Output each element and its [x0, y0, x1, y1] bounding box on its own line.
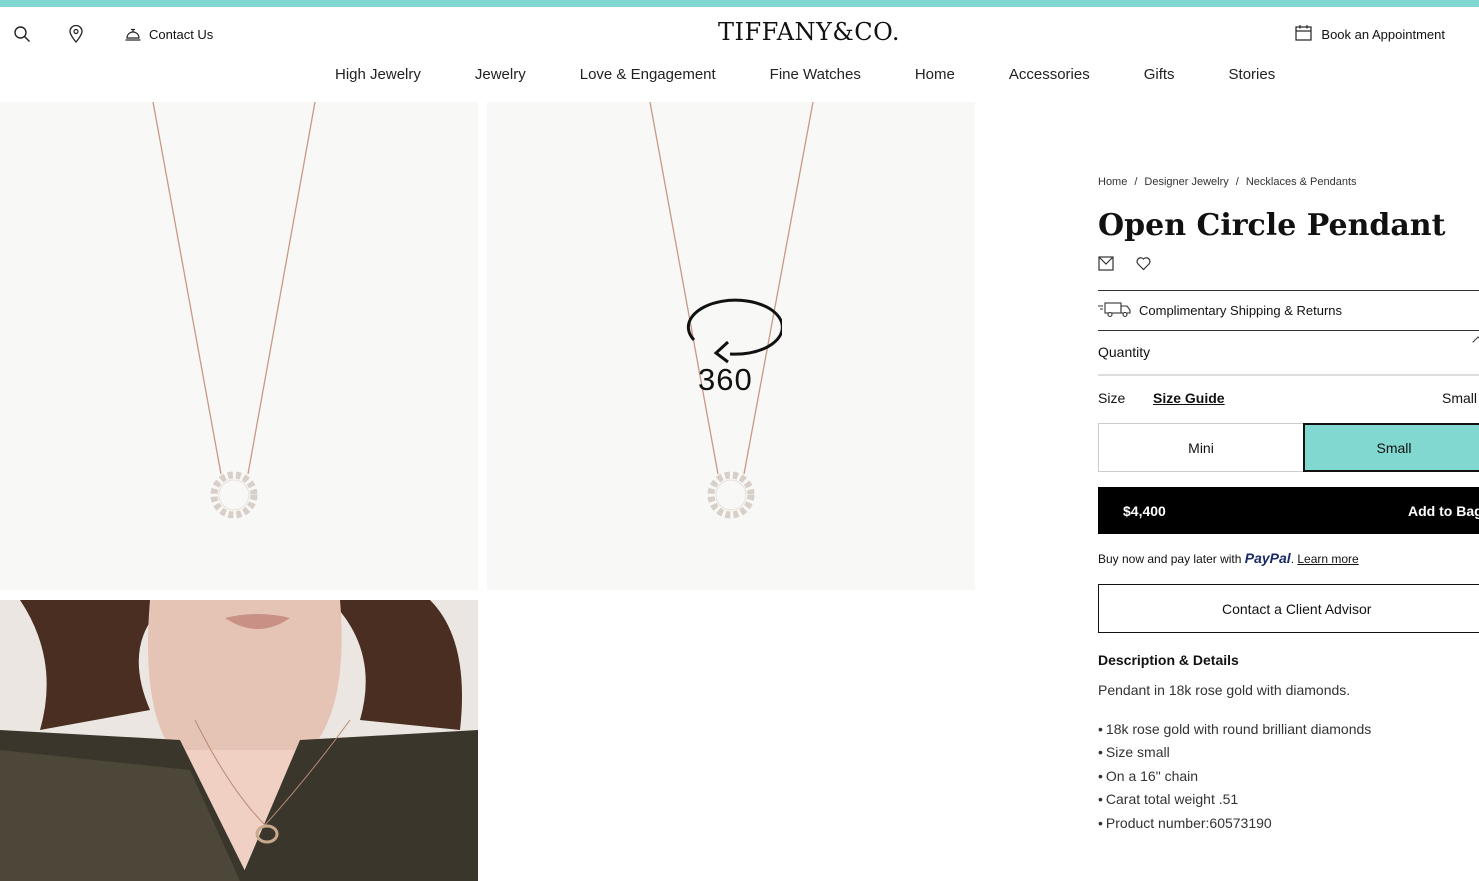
- paypal-logo: PayPal: [1244, 550, 1291, 566]
- paypal-prefix: Buy now and pay later with: [1098, 552, 1245, 566]
- wishlist-heart-icon[interactable]: [1136, 256, 1151, 276]
- nav-item-home[interactable]: Home: [915, 66, 955, 83]
- utility-nav: Contact Us: [12, 22, 213, 46]
- location-pin-icon[interactable]: [66, 24, 86, 44]
- product-actions: [1098, 256, 1173, 276]
- email-share-icon[interactable]: [1098, 256, 1114, 276]
- product-details-panel: Home / Designer Jewelry / Necklaces & Pendan…: [1098, 0, 1479, 881]
- list-item: On a 16" chain: [1098, 768, 1371, 791]
- product-price: $4,400: [1123, 503, 1166, 519]
- breadcrumb-necklaces-pendants[interactable]: Necklaces & Pendants: [1246, 176, 1357, 188]
- product-image-model[interactable]: [0, 600, 478, 881]
- nav-item-accessories[interactable]: Accessories: [1009, 66, 1090, 83]
- description-heading: Description & Details: [1098, 652, 1239, 668]
- contact-client-advisor-label: Contact a Client Advisor: [1222, 600, 1372, 617]
- list-item: Carat total weight .51: [1098, 791, 1371, 814]
- size-guide-link[interactable]: Size Guide: [1153, 390, 1225, 406]
- contact-client-advisor-button[interactable]: Contact a Client Advisor: [1098, 584, 1479, 633]
- nav-item-high-jewelry[interactable]: High Jewelry: [335, 66, 421, 83]
- size-label: Size: [1098, 390, 1126, 406]
- shipping-info: Complimentary Shipping & Returns: [1098, 300, 1342, 321]
- breadcrumb-separator: /: [1235, 176, 1239, 188]
- breadcrumb-designer-jewelry[interactable]: Designer Jewelry: [1144, 176, 1228, 188]
- list-item: Product number:60573190: [1098, 815, 1371, 838]
- shipping-label: Complimentary Shipping & Returns: [1139, 303, 1343, 318]
- nav-item-love-engagement[interactable]: Love & Engagement: [580, 66, 716, 83]
- divider: [1098, 330, 1479, 331]
- add-to-bag-button[interactable]: $4,400 Add to Bag: [1098, 487, 1479, 534]
- divider: [1098, 374, 1479, 376]
- chevron-up-icon[interactable]: [1472, 336, 1479, 348]
- paypal-message: Buy now and pay later with PayPal. Learn…: [1098, 550, 1359, 566]
- details-list: 18k rose gold with round brilliant diamo…: [1098, 721, 1371, 838]
- list-item: 18k rose gold with round brilliant diamo…: [1098, 721, 1371, 744]
- divider: [1098, 290, 1479, 291]
- add-to-bag-label: Add to Bag: [1408, 503, 1479, 519]
- rotate-arrow-icon: [686, 298, 782, 364]
- quantity-label[interactable]: Quantity: [1098, 344, 1150, 360]
- rotate-360-overlay[interactable]: 360: [682, 296, 782, 400]
- brand-logo[interactable]: TIFFANY&CO.: [718, 18, 902, 46]
- rotate-360-label: 360: [698, 362, 753, 397]
- breadcrumb-home[interactable]: Home: [1098, 176, 1127, 188]
- size-option-mini[interactable]: Mini: [1098, 423, 1304, 472]
- product-title: Open Circle Pendant: [1098, 208, 1446, 243]
- selected-size-value: Small: [1441, 390, 1477, 406]
- delivery-truck-icon: [1098, 300, 1132, 321]
- search-icon[interactable]: [12, 24, 32, 44]
- paypal-learn-more-link[interactable]: Learn more: [1297, 552, 1358, 566]
- contact-us-link[interactable]: Contact Us: [123, 24, 213, 44]
- service-bell-icon: [123, 24, 143, 44]
- nav-item-jewelry[interactable]: Jewelry: [475, 66, 526, 83]
- description-text: Pendant in 18k rose gold with diamonds.: [1098, 682, 1351, 698]
- nav-item-fine-watches[interactable]: Fine Watches: [770, 66, 861, 83]
- product-image-front[interactable]: [0, 102, 478, 590]
- breadcrumb-separator: /: [1134, 176, 1138, 188]
- breadcrumb: Home / Designer Jewelry / Necklaces & Pendan…: [1098, 176, 1357, 188]
- list-item: Size small: [1098, 744, 1371, 767]
- size-option-small[interactable]: Small: [1303, 423, 1479, 472]
- contact-us-label: Contact Us: [149, 26, 214, 42]
